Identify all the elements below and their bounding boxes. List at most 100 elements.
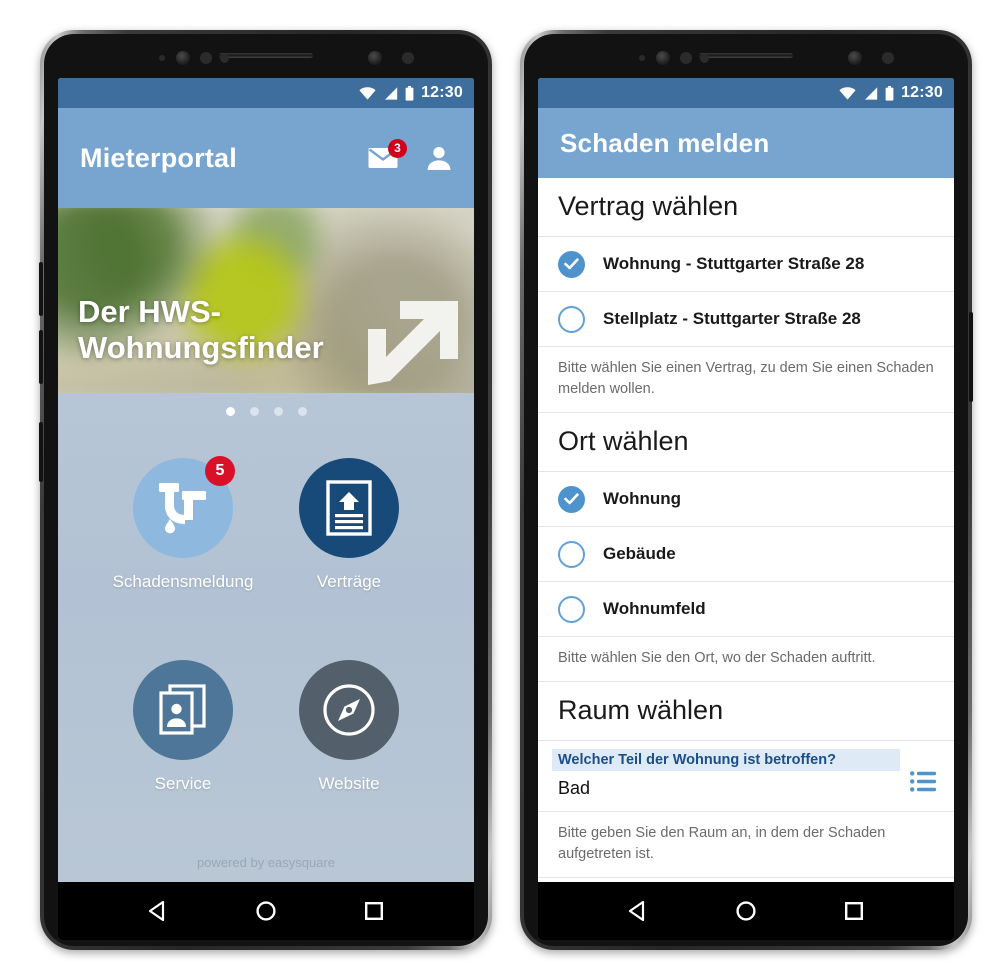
signal-icon <box>865 86 878 100</box>
radio-unselected-icon[interactable] <box>558 540 585 568</box>
person-icon <box>427 147 451 170</box>
page-title: Mieterportal <box>80 142 237 173</box>
tile-label: Service <box>154 773 212 793</box>
hero-carousel[interactable]: Der HWS- Wohnungsfinder <box>58 208 474 393</box>
home-circle-icon <box>736 901 756 921</box>
nav-recents-button[interactable] <box>843 900 865 922</box>
sensor-icon <box>200 52 212 64</box>
carousel-dot-1[interactable] <box>225 407 235 416</box>
power-button[interactable] <box>39 422 43 482</box>
nav-back-button[interactable] <box>627 900 649 922</box>
tile-label: Verträge <box>316 572 382 591</box>
earpiece-speaker <box>219 53 313 58</box>
field-label: Welcher Teil der Wohnung ist betroffen? <box>552 749 900 772</box>
tile-schadensmeldung[interactable]: 5 Schadensmeldung <box>100 456 266 654</box>
phone-top-bezel <box>520 34 972 78</box>
status-clock: 12:30 <box>421 84 463 101</box>
recents-square-icon <box>365 902 384 921</box>
nav-recents-button[interactable] <box>363 900 385 922</box>
section-hint: Bitte geben Sie den Raum an, in dem der … <box>538 812 954 879</box>
carousel-dots[interactable] <box>58 407 474 416</box>
page-title: Schaden melden <box>560 127 770 158</box>
phone-left: 12:30 Mieterportal 3 Der HWS- Wohnungsfi… <box>39 30 492 950</box>
option-row[interactable]: Stellplatz - Stuttgarter Straße 28 <box>538 292 954 347</box>
profile-button[interactable] <box>426 145 452 171</box>
wifi-icon <box>839 86 856 100</box>
radio-unselected-icon[interactable] <box>558 595 585 623</box>
option-label: Wohnumfeld <box>603 599 706 619</box>
carousel-dot-4[interactable] <box>297 407 307 416</box>
phone-top-bezel <box>40 34 492 78</box>
tile-grid: 5 Schadensmeldung Verträge Service Websi… <box>58 416 474 855</box>
field-main: Welcher Teil der Wohnung ist betroffen? … <box>552 749 900 801</box>
tile-service[interactable]: Service <box>100 659 266 856</box>
contact-card-icon <box>159 683 206 735</box>
option-row[interactable]: Wohnung <box>538 472 954 528</box>
app-bar-actions: 3 <box>368 139 452 171</box>
powered-by-text: powered by easysquare <box>196 855 336 870</box>
option-label: Gebäude <box>603 544 676 564</box>
radio-selected-icon[interactable] <box>558 485 585 513</box>
signal-icon <box>385 86 398 100</box>
screenshot-stage: 12:30 Mieterportal 3 Der HWS- Wohnungsfi… <box>0 0 1000 980</box>
front-camera-icon <box>656 51 670 65</box>
tile-website[interactable]: Website <box>266 659 432 856</box>
status-clock: 12:30 <box>901 84 943 101</box>
front-camera-icon <box>176 51 190 65</box>
option-row[interactable]: Gebäude <box>538 527 954 583</box>
arrow-up-right-icon <box>368 301 458 385</box>
tile-circle <box>299 458 399 558</box>
app-bar: Mieterportal 3 <box>58 108 474 208</box>
sensor-icon <box>680 52 692 64</box>
tile-circle: 5 <box>133 456 235 558</box>
messages-button[interactable]: 3 <box>368 139 407 169</box>
hero-title: Der HWS- Wohnungsfinder <box>78 294 324 365</box>
home-content: 5 Schadensmeldung Verträge Service Websi… <box>58 393 474 882</box>
room-field[interactable]: Welcher Teil der Wohnung ist betroffen? … <box>538 741 954 813</box>
tile-badge: 5 <box>205 456 235 486</box>
option-row[interactable]: Wohnung - Stuttgarter Straße 28 <box>538 237 954 292</box>
front-camera-icon <box>368 51 382 65</box>
damage-report-form: Vertrag wählen Wohnung - Stuttgarter Str… <box>538 178 954 882</box>
home-circle-icon <box>256 901 276 921</box>
sensor-icon <box>220 54 229 63</box>
compass-icon <box>323 683 375 736</box>
nav-home-button[interactable] <box>255 900 277 922</box>
option-label: Stellplatz - Stuttgarter Straße 28 <box>603 309 861 328</box>
field-value: Bad <box>558 778 591 799</box>
front-camera-icon <box>848 51 862 65</box>
status-bar: 12:30 <box>538 78 954 108</box>
section-hint: Bitte wählen Sie einen Vertrag, zu dem S… <box>538 347 954 414</box>
tile-label: Schadensmeldung <box>112 572 254 591</box>
earpiece-speaker <box>699 53 793 58</box>
nav-home-button[interactable] <box>735 900 757 922</box>
option-row[interactable]: Wohnumfeld <box>538 582 954 638</box>
section-heading: Ort wählen <box>538 413 954 473</box>
section-hint: Bitte wählen Sie den Ort, wo der Schaden… <box>538 637 954 683</box>
list-picker-icon <box>910 771 936 792</box>
contract-document-icon <box>326 480 372 536</box>
power-button[interactable] <box>969 312 973 402</box>
sensor-icon <box>639 55 645 61</box>
radio-unselected-icon[interactable] <box>558 305 585 333</box>
check-icon <box>564 493 579 505</box>
volume-down-button[interactable] <box>39 330 43 384</box>
wifi-icon <box>359 86 376 100</box>
battery-icon <box>885 85 894 101</box>
carousel-dot-3[interactable] <box>273 407 283 416</box>
tile-vertraege[interactable]: Verträge <box>266 458 432 654</box>
room-picker-button[interactable] <box>910 749 936 797</box>
nav-back-button[interactable] <box>147 900 169 922</box>
check-icon <box>564 258 579 270</box>
phone-left-screen: 12:30 Mieterportal 3 Der HWS- Wohnungsfi… <box>58 78 474 940</box>
section-heading: Raum wählen <box>538 682 954 742</box>
back-triangle-icon <box>148 900 165 922</box>
tile-circle <box>133 659 233 760</box>
app-bar: Schaden melden <box>538 108 954 178</box>
carousel-dot-2[interactable] <box>249 407 259 416</box>
sensor-icon <box>402 52 414 64</box>
pipe-leak-icon <box>159 483 206 534</box>
back-triangle-icon <box>628 900 645 922</box>
volume-up-button[interactable] <box>39 262 43 316</box>
radio-selected-icon[interactable] <box>558 250 585 278</box>
